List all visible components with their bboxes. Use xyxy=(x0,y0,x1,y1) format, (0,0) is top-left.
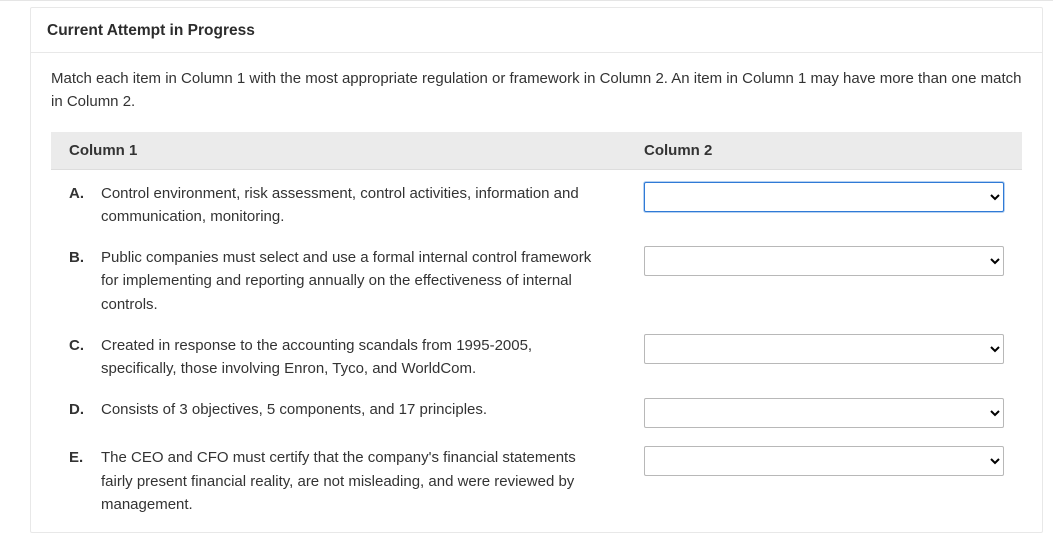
item-text: The CEO and CFO must certify that the co… xyxy=(101,446,608,516)
item-text: Created in response to the accounting sc… xyxy=(101,334,608,381)
item-letter: B. xyxy=(69,246,87,269)
table-row: D. Consists of 3 objectives, 5 components… xyxy=(51,386,1022,434)
page: Current Attempt in Progress Match each i… xyxy=(0,0,1053,533)
item-row: D. Consists of 3 objectives, 5 components… xyxy=(69,398,608,421)
column-2-cell xyxy=(626,234,1022,322)
card-body: Match each item in Column 1 with the mos… xyxy=(31,53,1042,532)
matching-rows: A. Control environment, risk assessment, … xyxy=(51,169,1022,522)
answer-select-e[interactable] xyxy=(644,446,1004,476)
answer-select-a[interactable] xyxy=(644,182,1004,212)
card-header: Current Attempt in Progress xyxy=(31,8,1042,53)
attempt-status-title: Current Attempt in Progress xyxy=(47,22,255,39)
answer-select-b[interactable] xyxy=(644,246,1004,276)
column-1-cell: D. Consists of 3 objectives, 5 components… xyxy=(51,386,626,434)
item-text: Control environment, risk assessment, co… xyxy=(101,182,608,229)
item-text: Public companies must select and use a f… xyxy=(101,246,608,316)
item-row: E. The CEO and CFO must certify that the … xyxy=(69,446,608,516)
table-row: A. Control environment, risk assessment, … xyxy=(51,169,1022,234)
column-2-cell xyxy=(626,434,1022,522)
item-row: A. Control environment, risk assessment, … xyxy=(69,182,608,229)
answer-select-c[interactable] xyxy=(644,334,1004,364)
item-row: B. Public companies must select and use a… xyxy=(69,246,608,316)
table-row: C. Created in response to the accounting … xyxy=(51,322,1022,387)
answer-select-d[interactable] xyxy=(644,398,1004,428)
column-1-header: Column 1 xyxy=(51,132,626,170)
item-letter: A. xyxy=(69,182,87,205)
item-letter: E. xyxy=(69,446,87,469)
instructions-text: Match each item in Column 1 with the mos… xyxy=(51,67,1022,114)
column-1-cell: B. Public companies must select and use a… xyxy=(51,234,626,322)
column-1-cell: C. Created in response to the accounting … xyxy=(51,322,626,387)
table-row: E. The CEO and CFO must certify that the … xyxy=(51,434,1022,522)
column-2-cell xyxy=(626,322,1022,387)
column-2-cell xyxy=(626,169,1022,234)
question-card: Current Attempt in Progress Match each i… xyxy=(30,7,1043,533)
item-letter: D. xyxy=(69,398,87,421)
table-row: B. Public companies must select and use a… xyxy=(51,234,1022,322)
item-row: C. Created in response to the accounting … xyxy=(69,334,608,381)
column-1-cell: A. Control environment, risk assessment, … xyxy=(51,169,626,234)
column-1-cell: E. The CEO and CFO must certify that the … xyxy=(51,434,626,522)
column-2-header: Column 2 xyxy=(626,132,1022,170)
item-text: Consists of 3 objectives, 5 components, … xyxy=(101,398,608,421)
column-2-cell xyxy=(626,386,1022,434)
matching-table: Column 1 Column 2 A. Control environment,… xyxy=(51,132,1022,523)
item-letter: C. xyxy=(69,334,87,357)
